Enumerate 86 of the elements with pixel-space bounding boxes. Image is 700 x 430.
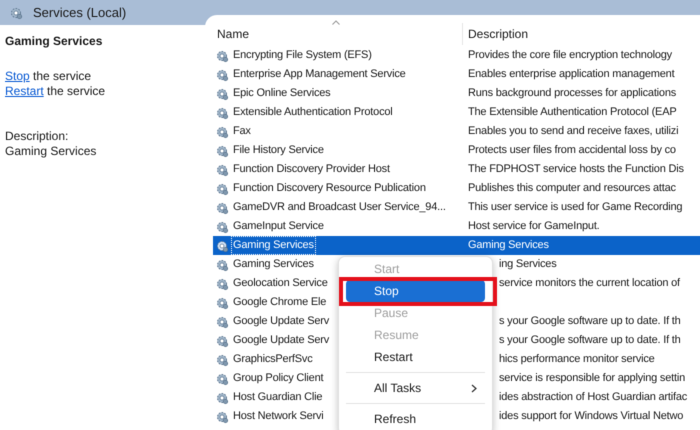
service-description: service is responsible for applying settin [498, 371, 686, 386]
service-description: Protects user files from accidental loss by co [467, 143, 676, 158]
gear-icon [215, 68, 229, 82]
service-description: Enables you to send and receive faxes, utilizi [467, 124, 678, 140]
service-description: ides support for Windows Virtual Netwo [498, 409, 684, 424]
service-description: s your Google software up to date. If th [498, 314, 681, 330]
gear-icon [215, 238, 229, 252]
service-name: GraphicsPerfSvc [232, 352, 314, 368]
service-name: Function Discovery Provider Host [232, 162, 391, 178]
service-description: The FDPHOST service hosts the Function Dis [467, 162, 684, 178]
gear-icon [215, 182, 229, 196]
gear-icon [215, 296, 229, 310]
service-name: Google Chrome Ele [232, 295, 328, 310]
service-name: Gaming Services [232, 237, 315, 254]
service-name: Encrypting File System (EFS) [232, 48, 373, 64]
action-link[interactable]: Restart [5, 84, 44, 98]
menu-item[interactable]: All Tasks [346, 377, 485, 399]
service-row[interactable]: Function Discovery Provider Host The FDPHOST service hosts the Function Dis [213, 160, 700, 179]
service-name: GameInput Service [232, 219, 325, 234]
service-row[interactable]: File History Service Protects user files from accidental loss by co [213, 141, 700, 160]
service-name: Fax [232, 124, 252, 140]
service-name: Host Network Servi [232, 409, 325, 424]
service-row[interactable]: Extensible Authentication Protocol The Extensible Authentication Protocol (EAP [213, 103, 700, 122]
service-name: Function Discovery Resource Publication [232, 181, 427, 196]
service-description: Gaming Services [467, 238, 549, 254]
gear-icon [215, 200, 229, 214]
service-description: Publishes this computer and resources attac [467, 181, 676, 196]
gear-icon [215, 144, 229, 158]
service-description: hics performance monitor service [498, 352, 655, 368]
service-row[interactable]: GameDVR and Broadcast User Service_94... This user service is used for Game Recording [213, 198, 700, 217]
service-description: The Extensible Authentication Protocol (EAP [467, 105, 676, 120]
service-description: Provides the core file encryption technology [467, 48, 672, 64]
action-text: Restart the service [5, 84, 106, 99]
service-name: GameDVR and Broadcast User Service_94... [232, 200, 447, 216]
service-name: Google Update Serv [232, 314, 330, 330]
description-label: Description: [5, 129, 70, 144]
service-row[interactable]: Fax Enables you to send and receive faxes, utilizi [213, 122, 700, 141]
gear-icon [215, 276, 229, 290]
service-name: Geolocation Service [232, 276, 329, 292]
service-description: This user service is used for Game Recording [467, 200, 682, 216]
gear-icon [215, 258, 229, 272]
service-row[interactable]: Function Discovery Resource Publication Publishes this computer and resources attac [213, 179, 700, 198]
service-row[interactable]: Gaming Services Gaming Services [213, 236, 700, 255]
service-name: Gaming Services [232, 257, 315, 272]
services-icon [9, 6, 23, 20]
gear-icon [215, 410, 229, 424]
service-name: File History Service [232, 143, 325, 158]
service-description: Host service for GameInput. [467, 219, 600, 234]
chevron-right-icon [471, 384, 477, 392]
service-name: Google Update Serv [232, 333, 330, 348]
description-text: Gaming Services [5, 144, 98, 159]
gear-icon [215, 124, 229, 138]
menu-item[interactable]: Refresh [346, 408, 485, 430]
service-row[interactable]: Enterprise App Management Service Enables enterprise application management [213, 65, 700, 84]
service-description: service monitors the current location of [498, 276, 680, 292]
gear-icon [215, 220, 229, 234]
gear-icon [215, 162, 229, 176]
action-link[interactable]: Stop [5, 69, 30, 83]
service-row[interactable]: Encrypting File System (EFS) Provides the core file encryption technology [213, 46, 700, 65]
service-description: ing Services [498, 257, 557, 272]
gear-icon [215, 106, 229, 120]
gear-icon [215, 334, 229, 348]
window-title: Services (Local) [33, 4, 126, 22]
service-name: Enterprise App Management Service [232, 67, 407, 82]
service-name: Epic Online Services [232, 86, 332, 102]
column-header[interactable]: Description [463, 23, 528, 45]
gear-icon [215, 372, 229, 386]
service-heading: Gaming Services [5, 33, 104, 50]
service-description: ides abstraction of Host Guardian artifac [498, 390, 688, 406]
service-name: Host Guardian Clie [232, 390, 324, 406]
action-text: Stop the service [5, 69, 92, 84]
gear-icon [215, 314, 229, 328]
gear-icon [215, 352, 229, 366]
gear-icon [215, 86, 229, 100]
service-row[interactable]: GameInput Service Host service for GameInput. [213, 217, 700, 236]
service-name: Extensible Authentication Protocol [232, 105, 394, 120]
gear-icon [215, 390, 229, 404]
column-header[interactable]: Name [213, 23, 463, 45]
service-name: Group Policy Client [232, 371, 324, 386]
service-row[interactable]: Epic Online Services Runs background processes for applications [213, 84, 700, 103]
gear-icon [215, 48, 229, 62]
service-description: s your Google software up to date. If th [498, 333, 681, 348]
menu-item[interactable]: Stop [346, 280, 485, 302]
menu-item[interactable]: Restart [346, 346, 485, 368]
service-description: Runs background processes for applications [467, 86, 676, 102]
service-description: Enables enterprise application management [467, 67, 674, 82]
